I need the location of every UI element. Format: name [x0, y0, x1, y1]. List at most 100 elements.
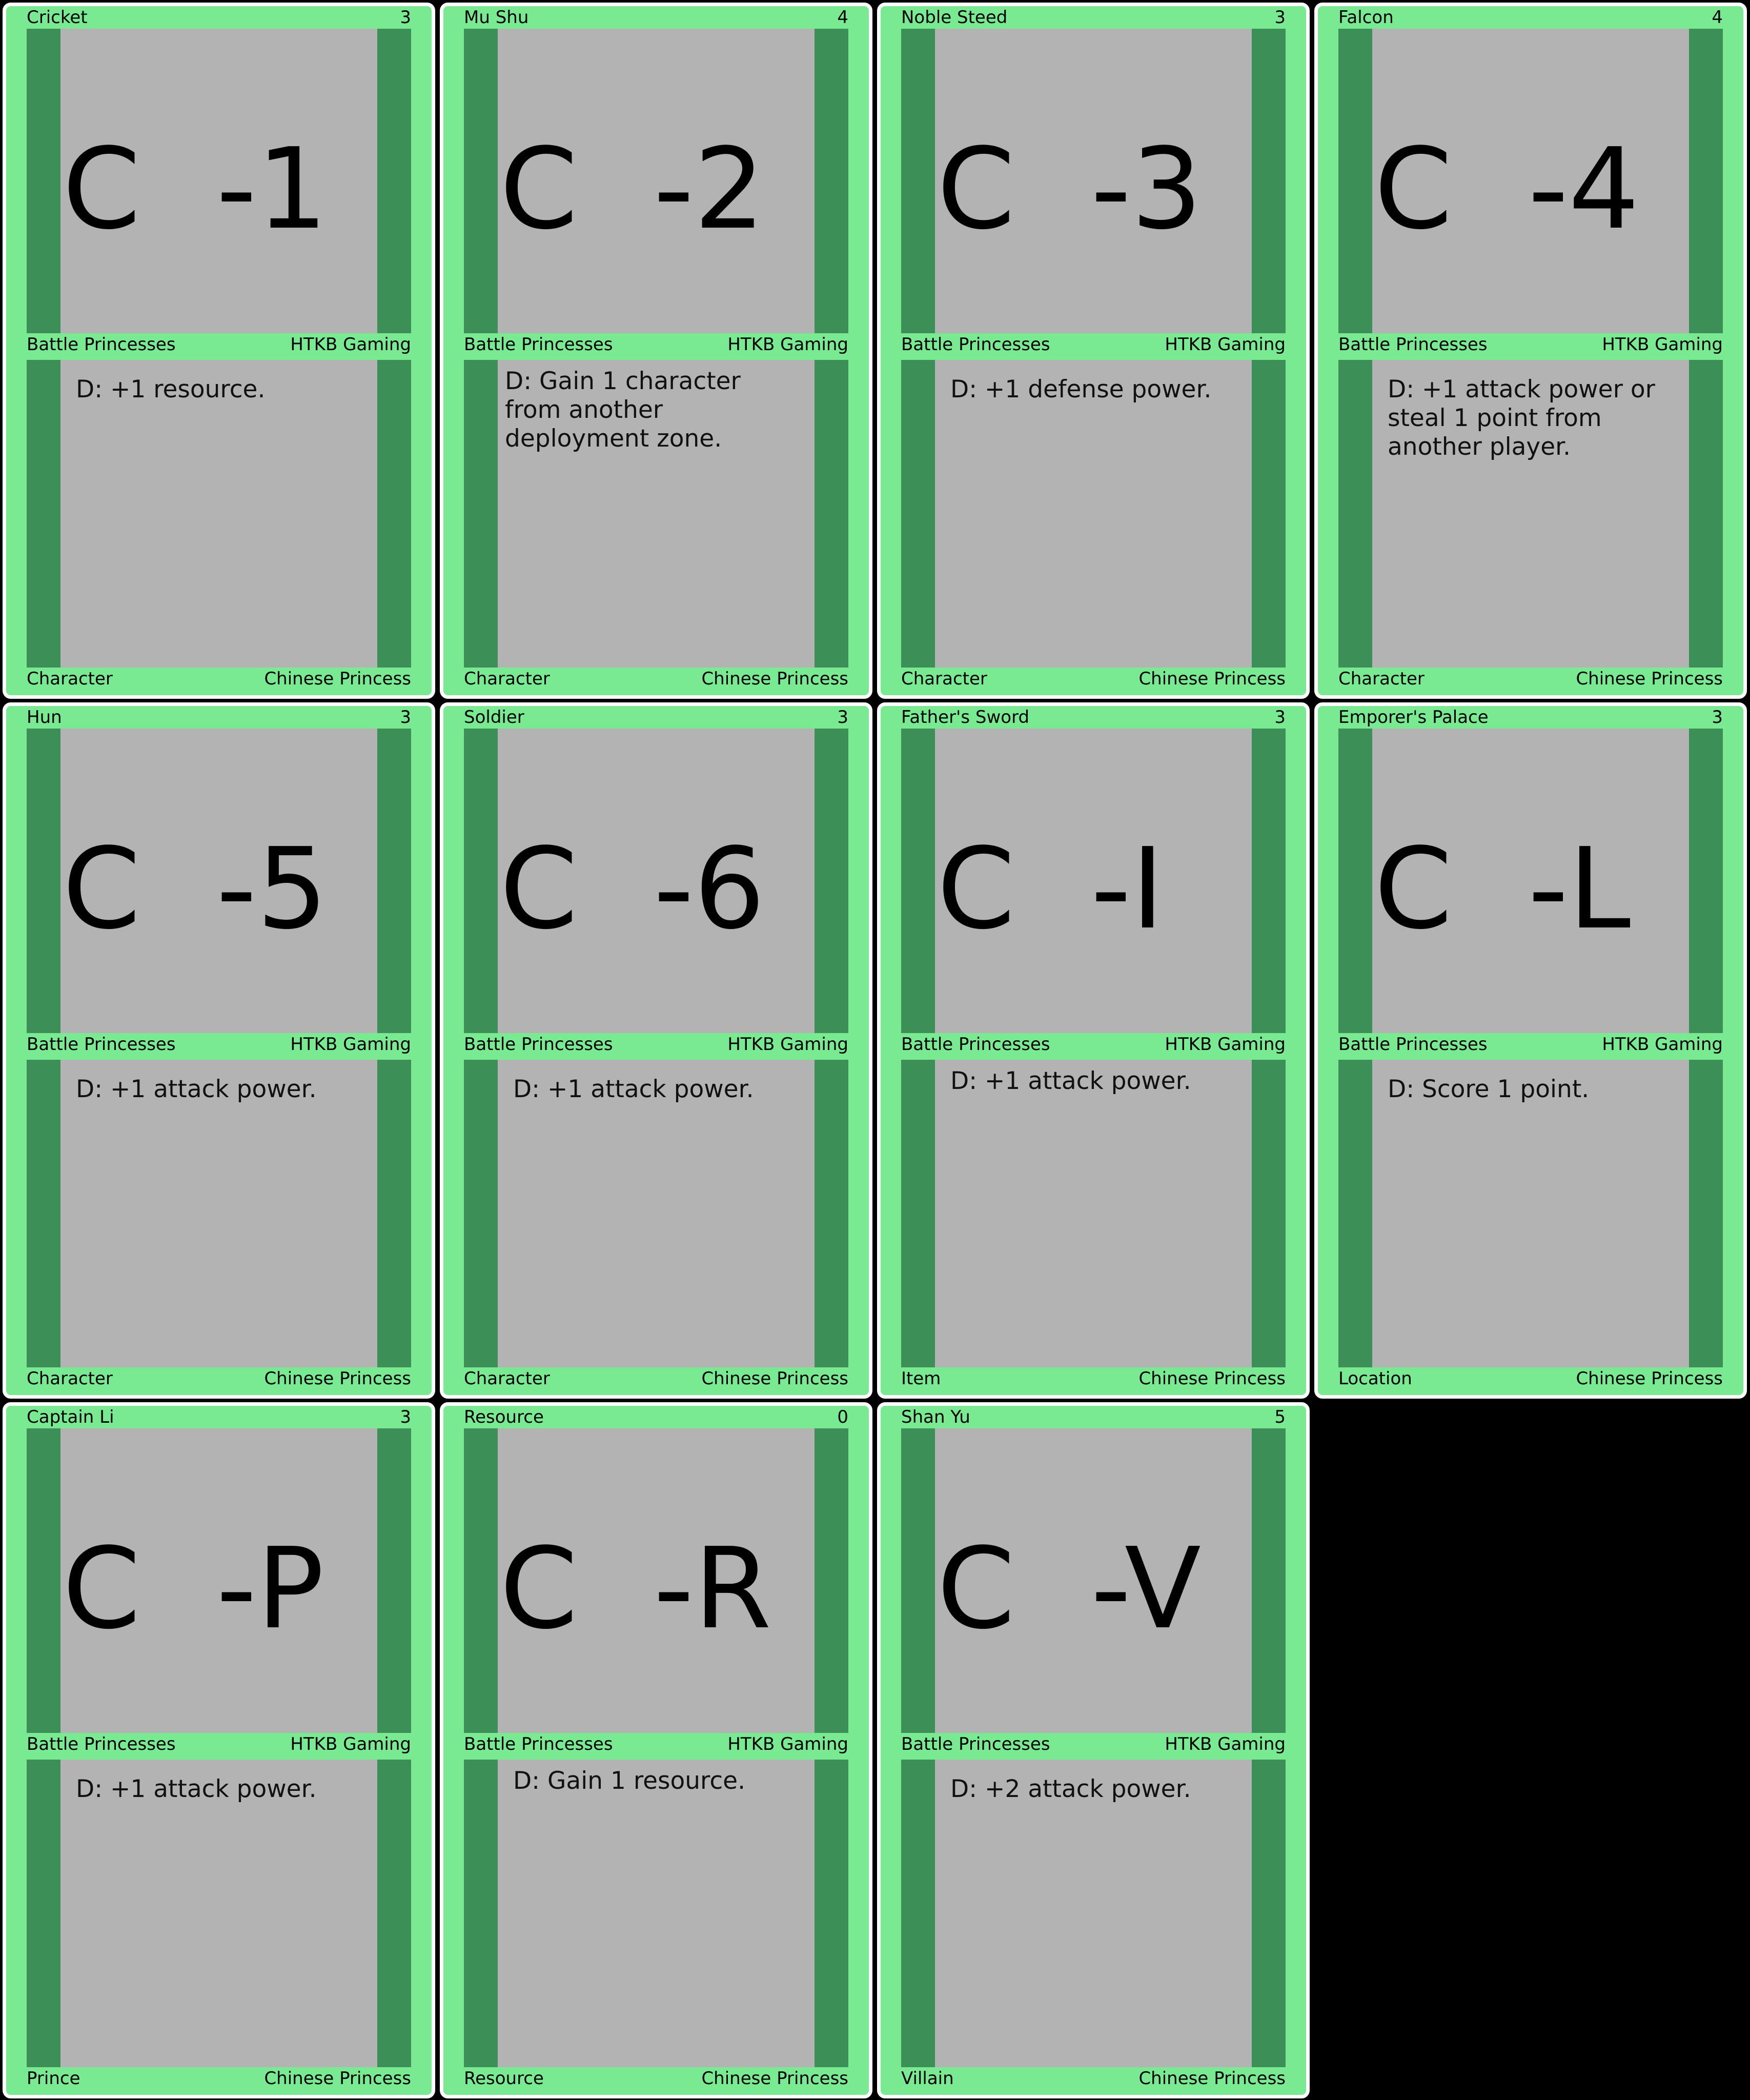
card-type: Character [901, 669, 987, 689]
card-name: Soldier [464, 707, 524, 728]
card-code-prefix: C [500, 1524, 578, 1654]
right-bar [815, 729, 848, 1033]
right-bar [1689, 360, 1723, 668]
card-publisher: HTKB Gaming [727, 1034, 848, 1055]
card-code: C -2 [498, 29, 815, 333]
left-bar [1338, 1060, 1372, 1367]
card-name: Mu Shu [464, 7, 529, 28]
card-cost: 5 [1274, 1407, 1286, 1427]
right-bar [1252, 360, 1286, 668]
card-ability: D: +1 defense power. [950, 375, 1212, 403]
left-bar [27, 729, 60, 1033]
card-set: Battle Princesses [901, 1734, 1050, 1754]
card-type: Location [1338, 1368, 1412, 1389]
card-code: C -V [935, 1428, 1252, 1733]
card-text-panel: D: +1 attack power. [464, 1060, 848, 1367]
card-cost: 3 [1712, 707, 1723, 728]
card-ability: D: +2 attack power. [950, 1775, 1191, 1803]
card-subtype: Chinese Princess [701, 1368, 848, 1389]
right-bar [1689, 29, 1723, 333]
card-header: Captain Li 3 [27, 1407, 411, 1427]
card-art-panel: C -4 [1338, 29, 1723, 333]
card-publisher: HTKB Gaming [290, 334, 411, 355]
card-code-suffix: -2 [654, 125, 765, 254]
card-code-suffix: -R [654, 1524, 772, 1654]
card-publisher: HTKB Gaming [1602, 334, 1723, 355]
card-text-panel: D: Gain 1 resource. [464, 1760, 848, 2067]
right-bar [1252, 1760, 1286, 2067]
card-type: Character [464, 1368, 550, 1389]
card-footer: Resource Chinese Princess [464, 2068, 848, 2089]
card-credits: Battle Princesses HTKB Gaming [464, 1034, 848, 1055]
right-bar [815, 1060, 848, 1367]
card-header: Father's Sword 3 [901, 707, 1286, 728]
left-bar [27, 1428, 60, 1733]
card-cost: 4 [1712, 7, 1723, 28]
left-bar [901, 1760, 935, 2067]
card-resource: Resource 0 C -R Battle Princesses HTKB G… [440, 1402, 872, 2098]
card-code-suffix: -3 [1091, 125, 1203, 254]
card-art-panel: C -I [901, 729, 1286, 1033]
left-bar [27, 1760, 60, 2067]
left-bar [464, 729, 498, 1033]
left-bar [464, 1060, 498, 1367]
card-publisher: HTKB Gaming [1165, 1034, 1286, 1055]
left-bar [1338, 29, 1372, 333]
left-bar [464, 360, 498, 668]
card-set: Battle Princesses [27, 1034, 176, 1055]
card-set: Battle Princesses [27, 334, 176, 355]
card-cost: 3 [400, 707, 411, 728]
card-credits: Battle Princesses HTKB Gaming [27, 1034, 411, 1055]
card-name: Falcon [1338, 7, 1394, 28]
card-text-panel: D: Score 1 point. [1338, 1060, 1723, 1367]
card-code-prefix: C [500, 125, 578, 254]
card-ability: D: +1 attack power. [76, 1775, 317, 1803]
card-set: Battle Princesses [901, 334, 1050, 355]
card-type: Character [1338, 669, 1425, 689]
card-footer: Villain Chinese Princess [901, 2068, 1286, 2089]
card-set: Battle Princesses [27, 1734, 176, 1754]
right-bar [815, 29, 848, 333]
right-bar [377, 29, 411, 333]
left-bar [27, 360, 60, 668]
card-code-suffix: -V [1091, 1524, 1202, 1654]
card-header: Noble Steed 3 [901, 7, 1286, 28]
card-code-suffix: -L [1528, 824, 1631, 954]
card-ability: D: +1 resource. [76, 375, 266, 403]
card-code-suffix: -I [1091, 824, 1164, 954]
card-header: Cricket 3 [27, 7, 411, 28]
card-type: Character [27, 1368, 113, 1389]
card-text-panel: D: +1 attack power. [901, 1060, 1286, 1367]
left-bar [901, 729, 935, 1033]
card-name: Father's Sword [901, 707, 1030, 728]
card-code: C -P [60, 1428, 377, 1733]
card-subtype: Chinese Princess [1138, 1368, 1286, 1389]
card-credits: Battle Princesses HTKB Gaming [27, 1734, 411, 1754]
left-bar [901, 360, 935, 668]
card-footer: Item Chinese Princess [901, 1368, 1286, 1389]
card-header: Shan Yu 5 [901, 1407, 1286, 1427]
card-shan-yu: Shan Yu 5 C -V Battle Princesses HTKB Ga… [877, 1402, 1310, 2098]
card-cost: 3 [400, 1407, 411, 1427]
card-code-prefix: C [937, 125, 1015, 254]
card-fathers-sword: Father's Sword 3 C -I Battle Princesses … [877, 702, 1310, 1399]
card-footer: Character Chinese Princess [27, 669, 411, 689]
card-emporers-palace: Emporer's Palace 3 C -L Battle Princesse… [1314, 702, 1747, 1399]
card-art-panel: C -1 [27, 29, 411, 333]
card-header: Emporer's Palace 3 [1338, 707, 1723, 728]
card-header: Falcon 4 [1338, 7, 1723, 28]
card-name: Resource [464, 1407, 544, 1427]
left-bar [464, 1760, 498, 2067]
card-code-prefix: C [937, 824, 1015, 954]
card-set: Battle Princesses [1338, 1034, 1488, 1055]
right-bar [377, 1760, 411, 2067]
card-code-prefix: C [63, 824, 141, 954]
left-bar [901, 29, 935, 333]
card-ability: D: Score 1 point. [1388, 1075, 1590, 1103]
card-ability: D: +1 attack power. [76, 1075, 317, 1103]
card-art-panel: C -R [464, 1428, 848, 1733]
card-text-panel: D: +1 attack power or steal 1 point from… [1338, 360, 1723, 668]
card-falcon: Falcon 4 C -4 Battle Princesses HTKB Gam… [1314, 3, 1747, 699]
card-set: Battle Princesses [1338, 334, 1488, 355]
card-code-prefix: C [500, 824, 578, 954]
